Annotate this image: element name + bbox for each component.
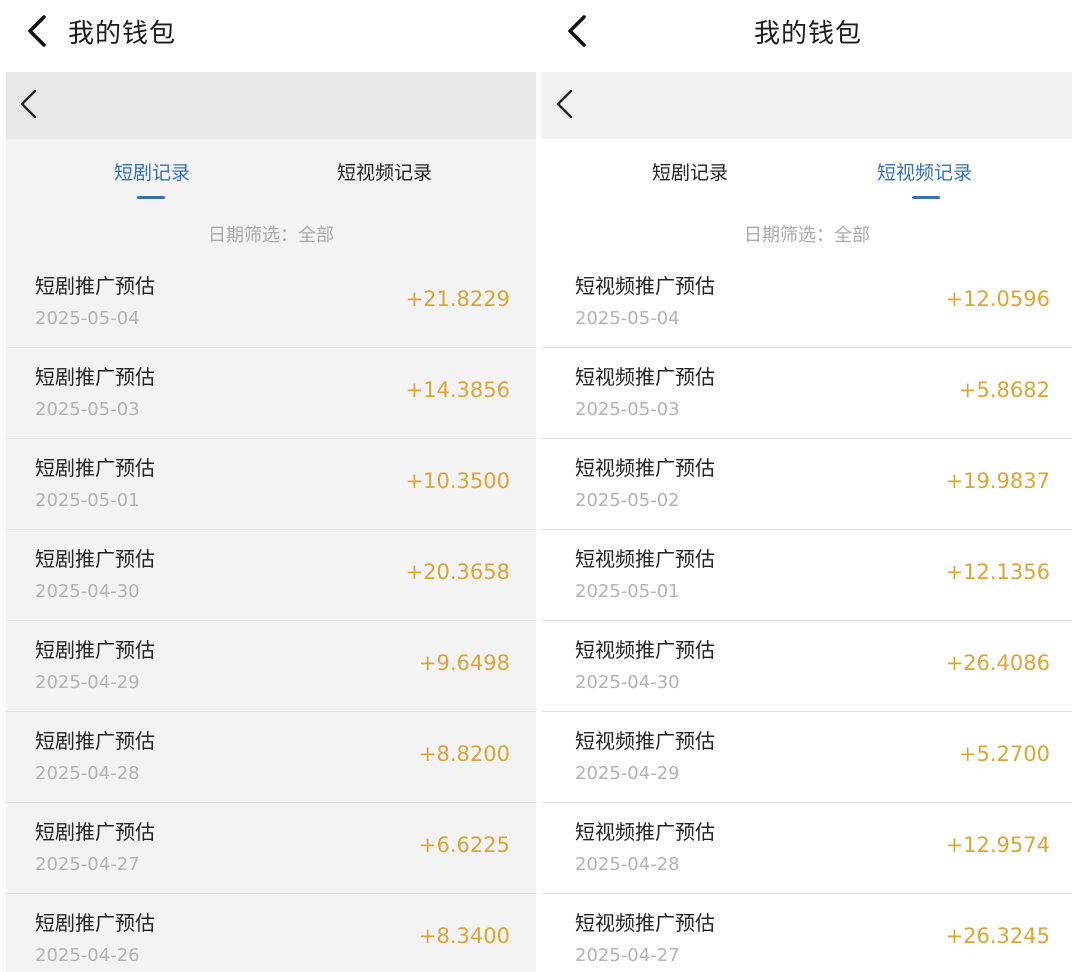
record-date: 2025-05-03 bbox=[575, 399, 680, 420]
record-row[interactable]: 短视频推广预估 2025-05-03 +5.8682 bbox=[542, 348, 1072, 439]
record-title: 短剧推广预估 bbox=[35, 456, 155, 480]
record-row[interactable]: 短视频推广预估 2025-05-04 +12.0596 bbox=[542, 257, 1072, 348]
record-amount: +21.8229 bbox=[405, 287, 510, 311]
record-row[interactable]: 短剧推广预估 2025-05-01 +10.3500 bbox=[6, 439, 536, 530]
record-amount: +12.9574 bbox=[945, 833, 1050, 857]
page-title: 我的钱包 bbox=[754, 19, 863, 49]
sub-back-arrow-icon[interactable] bbox=[18, 88, 40, 120]
record-date: 2025-04-30 bbox=[35, 581, 140, 602]
record-date: 2025-04-26 bbox=[35, 945, 140, 966]
record-amount: +8.8200 bbox=[418, 742, 510, 766]
record-amount: +6.6225 bbox=[418, 833, 510, 857]
tab-drama-records[interactable]: 短剧记录 bbox=[114, 158, 190, 185]
record-title: 短视频推广预估 bbox=[575, 274, 715, 298]
record-title: 短剧推广预估 bbox=[35, 820, 155, 844]
record-date: 2025-04-27 bbox=[575, 945, 680, 966]
record-date: 2025-05-04 bbox=[575, 308, 680, 329]
record-list: 短视频推广预估 2025-05-04 +12.0596 短视频推广预估 2025… bbox=[542, 257, 1072, 972]
record-row[interactable]: 短视频推广预估 2025-04-29 +5.2700 bbox=[542, 712, 1072, 803]
record-row[interactable]: 短剧推广预估 2025-04-29 +9.6498 bbox=[6, 621, 536, 712]
record-title: 短视频推广预估 bbox=[575, 456, 715, 480]
record-title: 短视频推广预估 bbox=[575, 547, 715, 571]
record-date: 2025-04-28 bbox=[575, 854, 680, 875]
record-amount: +5.2700 bbox=[958, 742, 1050, 766]
record-amount: +5.8682 bbox=[958, 378, 1050, 402]
record-row[interactable]: 短剧推广预估 2025-05-03 +14.3856 bbox=[6, 348, 536, 439]
record-row[interactable]: 短视频推广预估 2025-04-27 +26.3245 bbox=[542, 894, 1072, 972]
record-date: 2025-05-04 bbox=[35, 308, 140, 329]
record-amount: +20.3658 bbox=[405, 560, 510, 584]
record-row[interactable]: 短剧推广预估 2025-04-30 +20.3658 bbox=[6, 530, 536, 621]
record-date: 2025-04-30 bbox=[575, 672, 680, 693]
sub-nav-bar bbox=[542, 72, 1072, 139]
record-amount: +9.6498 bbox=[418, 651, 510, 675]
record-date: 2025-04-29 bbox=[575, 763, 680, 784]
record-title: 短视频推广预估 bbox=[575, 911, 715, 935]
record-title: 短剧推广预估 bbox=[35, 547, 155, 571]
page-title: 我的钱包 bbox=[68, 19, 177, 49]
top-bar: 我的钱包 bbox=[0, 0, 536, 72]
record-amount: +14.3856 bbox=[405, 378, 510, 402]
record-date: 2025-05-01 bbox=[35, 490, 140, 511]
date-filter[interactable]: 日期筛选：全部 bbox=[542, 221, 1072, 247]
record-title: 短视频推广预估 bbox=[575, 729, 715, 753]
record-title: 短视频推广预估 bbox=[575, 365, 715, 389]
tab-drama-records[interactable]: 短剧记录 bbox=[652, 158, 728, 185]
back-arrow-icon[interactable] bbox=[24, 14, 54, 48]
record-amount: +10.3500 bbox=[405, 469, 510, 493]
record-row[interactable]: 短视频推广预估 2025-05-01 +12.1356 bbox=[542, 530, 1072, 621]
record-list: 短剧推广预估 2025-05-04 +21.8229 短剧推广预估 2025-0… bbox=[6, 257, 536, 972]
record-title: 短剧推广预估 bbox=[35, 365, 155, 389]
record-date: 2025-04-29 bbox=[35, 672, 140, 693]
record-date: 2025-05-02 bbox=[575, 490, 680, 511]
record-title: 短剧推广预估 bbox=[35, 274, 155, 298]
sub-back-arrow-icon[interactable] bbox=[554, 88, 576, 120]
record-date: 2025-05-03 bbox=[35, 399, 140, 420]
wallet-panel-short-video: 我的钱包 短剧记录 短视频记录 日期筛选：全部 短视频推广预估 2025-05-… bbox=[542, 0, 1072, 972]
record-amount: +12.1356 bbox=[945, 560, 1050, 584]
record-row[interactable]: 短视频推广预估 2025-05-02 +19.9837 bbox=[542, 439, 1072, 530]
wallet-content: 短剧记录 短视频记录 日期筛选：全部 短剧推广预估 2025-05-04 +21… bbox=[6, 72, 536, 972]
tab-short-video-records[interactable]: 短视频记录 bbox=[337, 158, 432, 185]
wallet-panel-drama: 我的钱包 短剧记录 短视频记录 日期筛选：全部 短剧推广预估 2025-05-0… bbox=[0, 0, 536, 972]
record-amount: +8.3400 bbox=[418, 924, 510, 948]
wallet-content: 短剧记录 短视频记录 日期筛选：全部 短视频推广预估 2025-05-04 +1… bbox=[542, 72, 1072, 972]
tab-short-video-records[interactable]: 短视频记录 bbox=[877, 158, 972, 185]
active-tab-indicator bbox=[137, 196, 165, 199]
record-date: 2025-04-27 bbox=[35, 854, 140, 875]
record-amount: +19.9837 bbox=[945, 469, 1050, 493]
record-row[interactable]: 短视频推广预估 2025-04-28 +12.9574 bbox=[542, 803, 1072, 894]
record-title: 短剧推广预估 bbox=[35, 911, 155, 935]
record-row[interactable]: 短视频推广预估 2025-04-30 +26.4086 bbox=[542, 621, 1072, 712]
record-date: 2025-05-01 bbox=[575, 581, 680, 602]
record-amount: +26.3245 bbox=[945, 924, 1050, 948]
back-arrow-icon[interactable] bbox=[564, 14, 594, 48]
record-amount: +26.4086 bbox=[945, 651, 1050, 675]
record-row[interactable]: 短剧推广预估 2025-04-27 +6.6225 bbox=[6, 803, 536, 894]
top-bar: 我的钱包 bbox=[542, 0, 1072, 72]
record-row[interactable]: 短剧推广预估 2025-04-28 +8.8200 bbox=[6, 712, 536, 803]
record-title: 短剧推广预估 bbox=[35, 729, 155, 753]
record-amount: +12.0596 bbox=[945, 287, 1050, 311]
record-title: 短视频推广预估 bbox=[575, 638, 715, 662]
record-row[interactable]: 短剧推广预估 2025-04-26 +8.3400 bbox=[6, 894, 536, 972]
record-title: 短剧推广预估 bbox=[35, 638, 155, 662]
record-row[interactable]: 短剧推广预估 2025-05-04 +21.8229 bbox=[6, 257, 536, 348]
record-date: 2025-04-28 bbox=[35, 763, 140, 784]
date-filter[interactable]: 日期筛选：全部 bbox=[6, 221, 536, 247]
record-title: 短视频推广预估 bbox=[575, 820, 715, 844]
sub-nav-bar bbox=[6, 72, 536, 139]
active-tab-indicator bbox=[912, 196, 940, 199]
